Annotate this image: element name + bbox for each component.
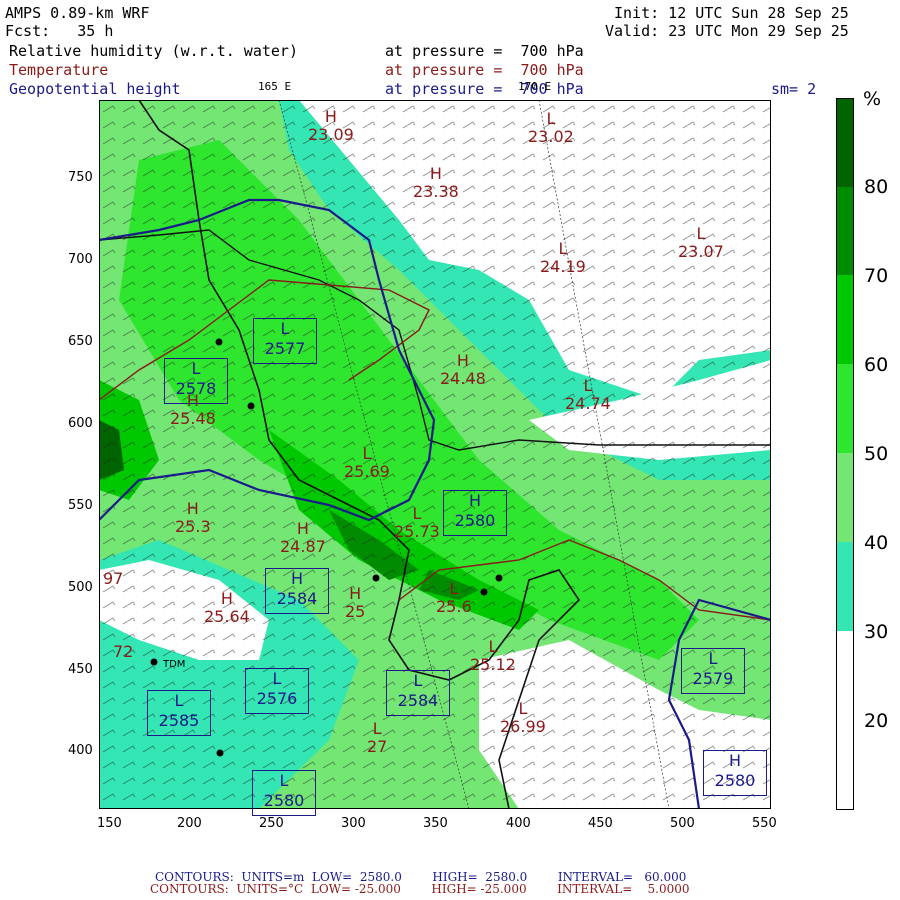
colorbar-label: 30 (864, 621, 889, 643)
y-tick: 750 (68, 170, 93, 185)
x-tick: 450 (588, 816, 613, 831)
colorbar-50-60 (837, 364, 853, 453)
colorbar-80plus (837, 99, 853, 187)
x-tick: 550 (752, 816, 777, 831)
model-title: AMPS 0.89-km WRF (5, 4, 150, 22)
station-dot (495, 574, 503, 582)
colorbar-label: 70 (864, 265, 889, 287)
station-dot (372, 574, 380, 582)
x-tick: 250 (259, 816, 284, 831)
station-dot (150, 658, 158, 666)
x-tick: 400 (506, 816, 531, 831)
smoothing-label: sm= 2 (771, 80, 817, 98)
field-rh-level: at pressure = 700 hPa (385, 42, 584, 60)
y-tick: 650 (68, 334, 93, 349)
colorbar-label: 20 (864, 710, 889, 732)
valid-time: Valid: 23 UTC Mon 29 Sep 25 (605, 22, 849, 40)
lon-label-170: 170 E (518, 80, 552, 93)
colorbar-below30 (837, 631, 853, 809)
colorbar-label: 50 (864, 443, 889, 465)
colorbar-70-80 (837, 187, 853, 275)
station-dot (247, 402, 255, 410)
y-tick: 600 (68, 416, 93, 431)
colorbar-60-70 (837, 275, 853, 364)
forecast-hour: Fcst: 35 h (5, 22, 114, 40)
colorbar (836, 98, 854, 810)
station-dot (215, 338, 223, 346)
x-tick: 300 (341, 816, 366, 831)
station-dot (480, 588, 488, 596)
field-temp-name: Temperature (9, 61, 109, 79)
y-tick: 700 (68, 252, 93, 267)
colorbar-label: 40 (864, 532, 889, 554)
init-time: Init: 12 UTC Sun 28 Sep 25 (614, 4, 849, 22)
colorbar-label: 80 (864, 176, 889, 198)
colorbar-30-40 (837, 542, 853, 631)
y-tick: 450 (68, 662, 93, 677)
rh-map[interactable]: TDM (99, 100, 771, 809)
y-tick: 550 (68, 498, 93, 513)
colorbar-label: 60 (864, 354, 889, 376)
field-temp-level: at pressure = 700 hPa (385, 61, 584, 79)
x-tick: 150 (97, 816, 122, 831)
colorbar-40-50 (837, 453, 853, 542)
field-geo-name: Geopotential height (9, 80, 181, 98)
x-tick: 350 (423, 816, 448, 831)
field-rh-name: Relative humidity (w.r.t. water) (9, 42, 298, 60)
y-tick: 500 (68, 580, 93, 595)
lon-label-165: 165 E (258, 80, 292, 93)
y-tick: 400 (68, 743, 93, 758)
x-tick: 500 (670, 816, 695, 831)
x-tick: 200 (177, 816, 202, 831)
footer-temp-contours: CONTOURS: UNITS=°C LOW= -25.000 HIGH= -2… (150, 882, 690, 896)
field-geo-level: at pressure = 700 hPa (385, 80, 584, 98)
station-dot (216, 749, 224, 757)
station-label: TDM (162, 659, 185, 670)
colorbar-unit: % (863, 88, 882, 110)
